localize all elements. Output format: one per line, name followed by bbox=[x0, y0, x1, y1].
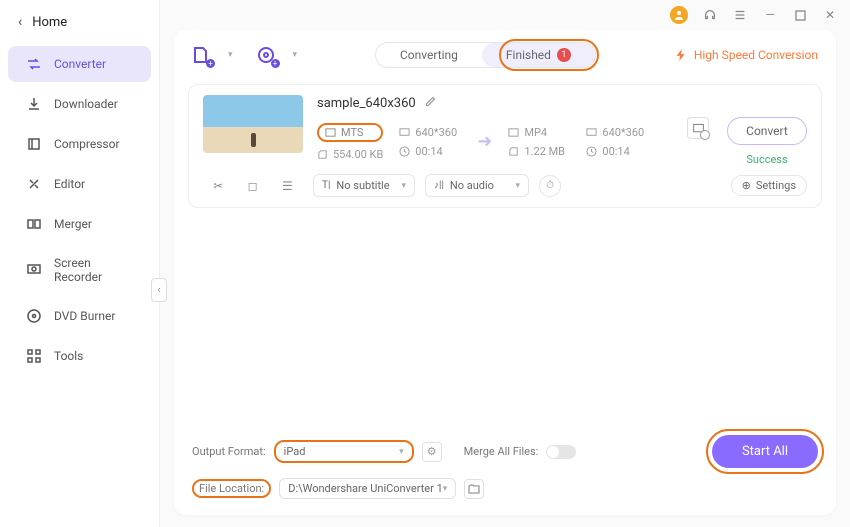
compressor-icon bbox=[26, 136, 42, 152]
sidebar-item-downloader[interactable]: Downloader bbox=[8, 86, 151, 122]
file-item-row: sample_640x360 MTS 554.00 KB 640*360 00:… bbox=[203, 95, 807, 166]
menu-icon[interactable] bbox=[732, 7, 748, 23]
sidebar-item-label: Downloader bbox=[54, 97, 118, 111]
sidebar-item-screen-recorder[interactable]: Screen Recorder bbox=[8, 246, 151, 294]
dst-resolution: 640*360 bbox=[586, 126, 648, 139]
maximize-button[interactable] bbox=[792, 7, 808, 23]
sidebar-item-label: Screen Recorder bbox=[54, 256, 133, 284]
sidebar-item-dvd-burner[interactable]: DVD Burner bbox=[8, 298, 151, 334]
src-size: 554.00 KB bbox=[317, 148, 383, 161]
effects-icon[interactable]: ☰ bbox=[282, 179, 293, 193]
sidebar-item-label: Converter bbox=[54, 57, 106, 71]
audio-select[interactable]: ♪||No audio▾ bbox=[425, 174, 529, 197]
file-info: sample_640x360 MTS 554.00 KB 640*360 00:… bbox=[317, 95, 807, 166]
dvd-icon bbox=[26, 308, 42, 324]
trim-icon[interactable]: ✂ bbox=[213, 179, 223, 193]
chevron-down-icon[interactable]: ▾ bbox=[293, 50, 298, 60]
sidebar-item-label: Merger bbox=[54, 217, 92, 231]
file-location-select[interactable]: D:\Wondershare UniConverter 1▾ bbox=[279, 478, 456, 499]
home-row[interactable]: ‹ Home bbox=[0, 0, 159, 44]
dst-format: MP4 bbox=[508, 126, 570, 139]
output-format-select[interactable]: iPad▾ bbox=[274, 440, 414, 463]
sidebar-item-editor[interactable]: Editor bbox=[8, 166, 151, 202]
top-strip: + ▾ + ▾ Converting Finished 1 High Speed… bbox=[174, 30, 836, 76]
tool-row: ✂ ◻ ☰ T|No subtitle▾ ♪||No audio▾ ⏱ ⊕Set… bbox=[203, 174, 807, 197]
lightning-icon bbox=[674, 48, 688, 62]
sidebar-item-label: Compressor bbox=[54, 137, 120, 151]
subtitle-select[interactable]: T|No subtitle▾ bbox=[313, 174, 415, 197]
home-label: Home bbox=[32, 15, 67, 30]
src-format: MTS bbox=[317, 123, 383, 142]
tools-icon bbox=[26, 348, 42, 364]
tab-converting[interactable]: Converting bbox=[376, 43, 482, 67]
plus-icon: + bbox=[271, 59, 280, 68]
download-icon bbox=[26, 96, 42, 112]
open-folder-icon[interactable] bbox=[464, 479, 484, 499]
chevron-down-icon[interactable]: ▾ bbox=[228, 50, 233, 60]
merger-icon bbox=[26, 216, 42, 232]
output-settings-icon[interactable] bbox=[687, 117, 709, 139]
sidebar-item-label: DVD Burner bbox=[54, 309, 115, 323]
sidebar-item-tools[interactable]: Tools bbox=[8, 338, 151, 374]
merge-toggle[interactable] bbox=[546, 445, 576, 459]
arrow-right-icon: ➜ bbox=[477, 131, 492, 152]
high-speed-label: High Speed Conversion bbox=[694, 48, 818, 62]
sidebar-item-merger[interactable]: Merger bbox=[8, 206, 151, 242]
file-name: sample_640x360 bbox=[317, 96, 416, 111]
titlebar: — ✕ bbox=[160, 0, 850, 30]
format-settings-icon[interactable]: ⚙ bbox=[422, 442, 442, 462]
sidebar-item-label: Editor bbox=[54, 177, 85, 191]
crop-icon[interactable]: ◻ bbox=[248, 179, 258, 193]
speed-icon[interactable]: ⏱ bbox=[539, 175, 561, 197]
src-duration: 00:14 bbox=[399, 145, 461, 158]
status-tabs: Converting Finished 1 bbox=[375, 42, 596, 68]
finished-badge: 1 bbox=[557, 48, 571, 62]
tab-finished-label: Finished bbox=[506, 48, 551, 62]
add-file-button[interactable]: + bbox=[192, 45, 212, 65]
edit-name-icon[interactable] bbox=[424, 95, 437, 111]
high-speed-button[interactable]: High Speed Conversion bbox=[674, 48, 818, 62]
add-dvd-button[interactable]: + bbox=[257, 45, 277, 65]
main-area: — ✕ + ▾ + ▾ Converting Finished 1 bbox=[160, 0, 850, 527]
file-location-label: File Location: bbox=[192, 479, 271, 498]
sidebar-item-converter[interactable]: Converter bbox=[8, 46, 151, 82]
file-item: sample_640x360 MTS 554.00 KB 640*360 00:… bbox=[188, 84, 822, 208]
avatar-icon[interactable] bbox=[670, 6, 688, 24]
sidebar: ‹ Home Converter Downloader Compressor E… bbox=[0, 0, 160, 527]
settings-button[interactable]: ⊕Settings bbox=[731, 175, 807, 196]
converter-icon bbox=[26, 56, 42, 72]
output-format-label: Output Format: bbox=[192, 445, 266, 458]
plus-icon: + bbox=[206, 59, 215, 68]
status-success: Success bbox=[746, 153, 787, 166]
dst-duration: 00:14 bbox=[586, 145, 648, 158]
sidebar-item-compressor[interactable]: Compressor bbox=[8, 126, 151, 162]
collapse-sidebar-button[interactable]: ‹ bbox=[151, 278, 167, 302]
back-icon[interactable]: ‹ bbox=[18, 14, 22, 30]
editor-icon bbox=[26, 176, 42, 192]
tab-finished[interactable]: Finished 1 bbox=[482, 43, 595, 67]
dst-size: 1.22 MB bbox=[508, 145, 570, 158]
minimize-button[interactable]: — bbox=[762, 7, 778, 23]
start-all-button[interactable]: Start All bbox=[712, 435, 818, 468]
content-panel: + ▾ + ▾ Converting Finished 1 High Speed… bbox=[174, 30, 836, 515]
search-icon: ⊕ bbox=[742, 179, 751, 192]
bottom-bar: Output Format: iPad▾ ⚙ Merge All Files: … bbox=[174, 425, 836, 515]
recorder-icon bbox=[26, 262, 42, 278]
sidebar-item-label: Tools bbox=[54, 349, 83, 363]
src-resolution: 640*360 bbox=[399, 126, 461, 139]
merge-label: Merge All Files: bbox=[464, 445, 539, 458]
video-thumbnail[interactable] bbox=[203, 95, 303, 153]
headset-icon[interactable] bbox=[702, 7, 718, 23]
close-button[interactable]: ✕ bbox=[822, 7, 838, 23]
convert-button[interactable]: Convert bbox=[727, 117, 807, 145]
